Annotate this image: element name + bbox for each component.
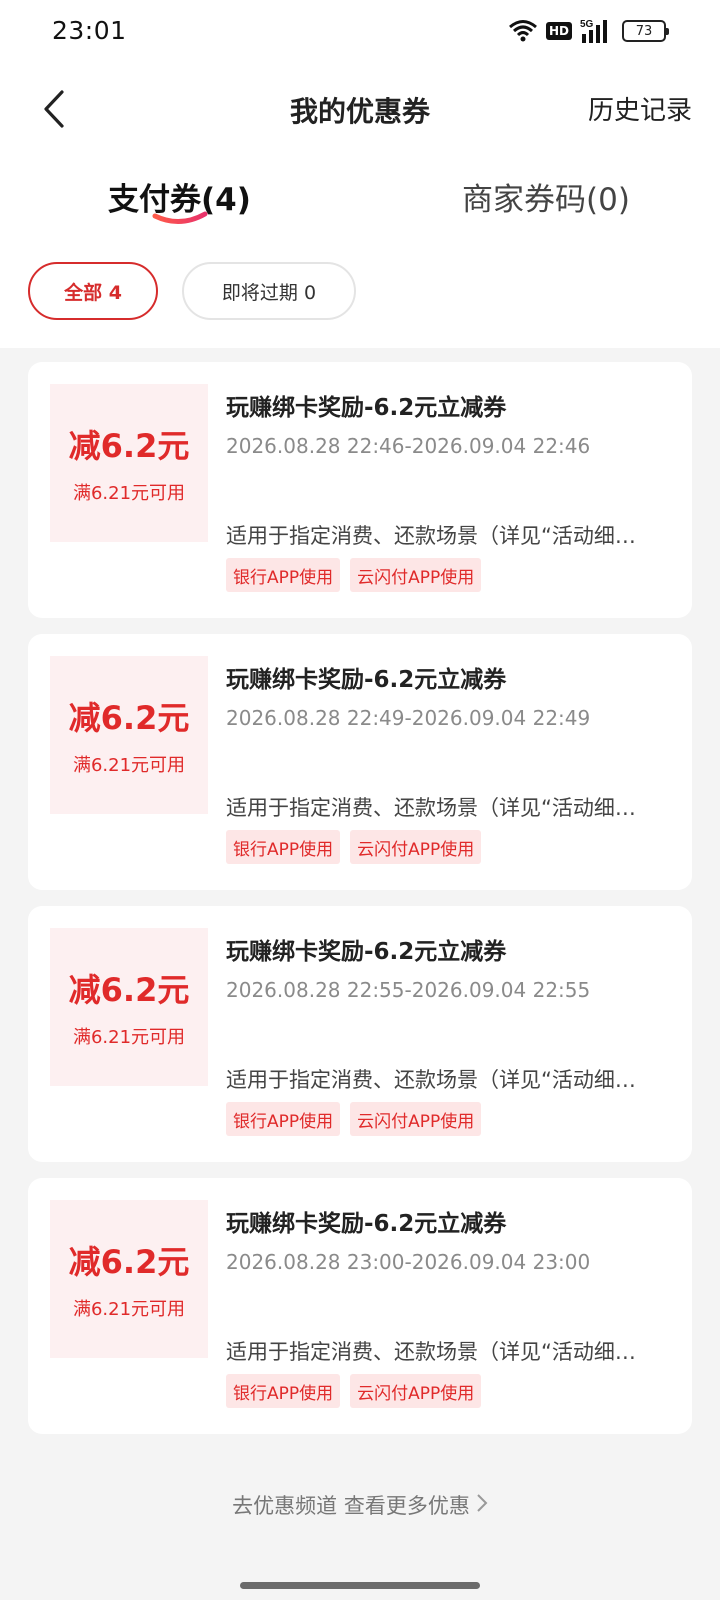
coupon-amount-box: 减6.2元 满6.21元可用 [50,928,208,1086]
coupon-tags: 银行APP使用 云闪付APP使用 [226,830,482,864]
coupon-type-tabs: 支付券(4) 商家券码(0) [0,166,720,232]
coupon-amount-box: 减6.2元 满6.21元可用 [50,1200,208,1358]
coupon-threshold: 满6.21元可用 [72,755,186,776]
coupon-tag: 银行APP使用 [226,1374,341,1408]
coupon-amount: 减6.2元 [68,427,190,465]
coupon-title: 玩赚绑卡奖励-6.2元立减券 [226,395,507,421]
chevron-right-icon [476,1493,488,1518]
coupon-list: 减6.2元 满6.21元可用 玩赚绑卡奖励-6.2元立减券 2026.08.28… [0,348,720,1600]
tab-merchant-codes[interactable]: 商家券码(0) [462,174,630,219]
header: 我的优惠券 历史记录 [0,64,720,156]
hd-badge: HD [545,22,572,40]
coupon-threshold: 满6.21元可用 [72,483,186,504]
status-time: 23:01 [52,16,127,45]
coupon-amount-box: 减6.2元 满6.21元可用 [50,384,208,542]
coupon-tag: 云闪付APP使用 [350,830,482,864]
coupon-validity: 2026.08.28 22:46-2026.09.04 22:46 [226,434,591,458]
coupon-validity: 2026.08.28 23:00-2026.09.04 23:00 [226,1250,591,1274]
coupon-description: 适用于指定消费、还款场景（详见“活动细… [226,524,636,548]
coupon-tag: 云闪付APP使用 [350,558,482,592]
home-indicator[interactable] [240,1582,480,1589]
coupon-threshold: 满6.21元可用 [72,1027,186,1048]
coupon-amount: 减6.2元 [68,971,190,1009]
coupon-tag: 云闪付APP使用 [350,1102,482,1136]
coupon-card[interactable]: 减6.2元 满6.21元可用 玩赚绑卡奖励-6.2元立减券 2026.08.28… [28,362,692,618]
status-bar: 23:01 HD 5G 73 [0,0,720,64]
coupon-amount: 减6.2元 [68,1243,190,1281]
coupon-amount-box: 减6.2元 满6.21元可用 [50,656,208,814]
coupon-tags: 银行APP使用 云闪付APP使用 [226,558,482,592]
coupon-validity: 2026.08.28 22:55-2026.09.04 22:55 [226,978,591,1002]
active-tab-indicator [152,210,208,230]
more-offers-link[interactable]: 去优惠频道 查看更多优惠 [0,1490,720,1520]
coupon-title: 玩赚绑卡奖励-6.2元立减券 [226,1211,507,1237]
coupon-tags: 银行APP使用 云闪付APP使用 [226,1102,482,1136]
signal-icon: 5G [580,18,614,44]
wifi-icon [508,19,538,43]
svg-text:5G: 5G [580,19,594,30]
history-link[interactable]: 历史记录 [588,90,692,127]
filter-expiring-chip[interactable]: 即将过期 0 [182,262,356,320]
coupon-validity: 2026.08.28 22:49-2026.09.04 22:49 [226,706,591,730]
coupon-description: 适用于指定消费、还款场景（详见“活动细… [226,1340,636,1364]
coupon-description: 适用于指定消费、还款场景（详见“活动细… [226,796,636,820]
coupon-amount: 减6.2元 [68,699,190,737]
filter-all-chip[interactable]: 全部 4 [28,262,158,320]
coupon-tag: 银行APP使用 [226,558,341,592]
coupon-tags: 银行APP使用 云闪付APP使用 [226,1374,482,1408]
coupon-description: 适用于指定消费、还款场景（详见“活动细… [226,1068,636,1092]
coupon-threshold: 满6.21元可用 [72,1299,186,1320]
coupon-title: 玩赚绑卡奖励-6.2元立减券 [226,667,507,693]
coupon-tag: 云闪付APP使用 [350,1374,482,1408]
battery-icon: 73 [622,20,669,42]
coupon-card[interactable]: 减6.2元 满6.21元可用 玩赚绑卡奖励-6.2元立减券 2026.08.28… [28,906,692,1162]
filter-chips: 全部 4 即将过期 0 [28,262,356,320]
battery-level: 73 [635,23,653,39]
more-offers-label: 去优惠频道 查看更多优惠 [232,1494,470,1518]
coupon-card[interactable]: 减6.2元 满6.21元可用 玩赚绑卡奖励-6.2元立减券 2026.08.28… [28,1178,692,1434]
coupon-card[interactable]: 减6.2元 满6.21元可用 玩赚绑卡奖励-6.2元立减券 2026.08.28… [28,634,692,890]
coupon-title: 玩赚绑卡奖励-6.2元立减券 [226,939,507,965]
coupon-tag: 银行APP使用 [226,830,341,864]
status-icons: HD 5G 73 [508,18,669,44]
coupon-tag: 银行APP使用 [226,1102,341,1136]
